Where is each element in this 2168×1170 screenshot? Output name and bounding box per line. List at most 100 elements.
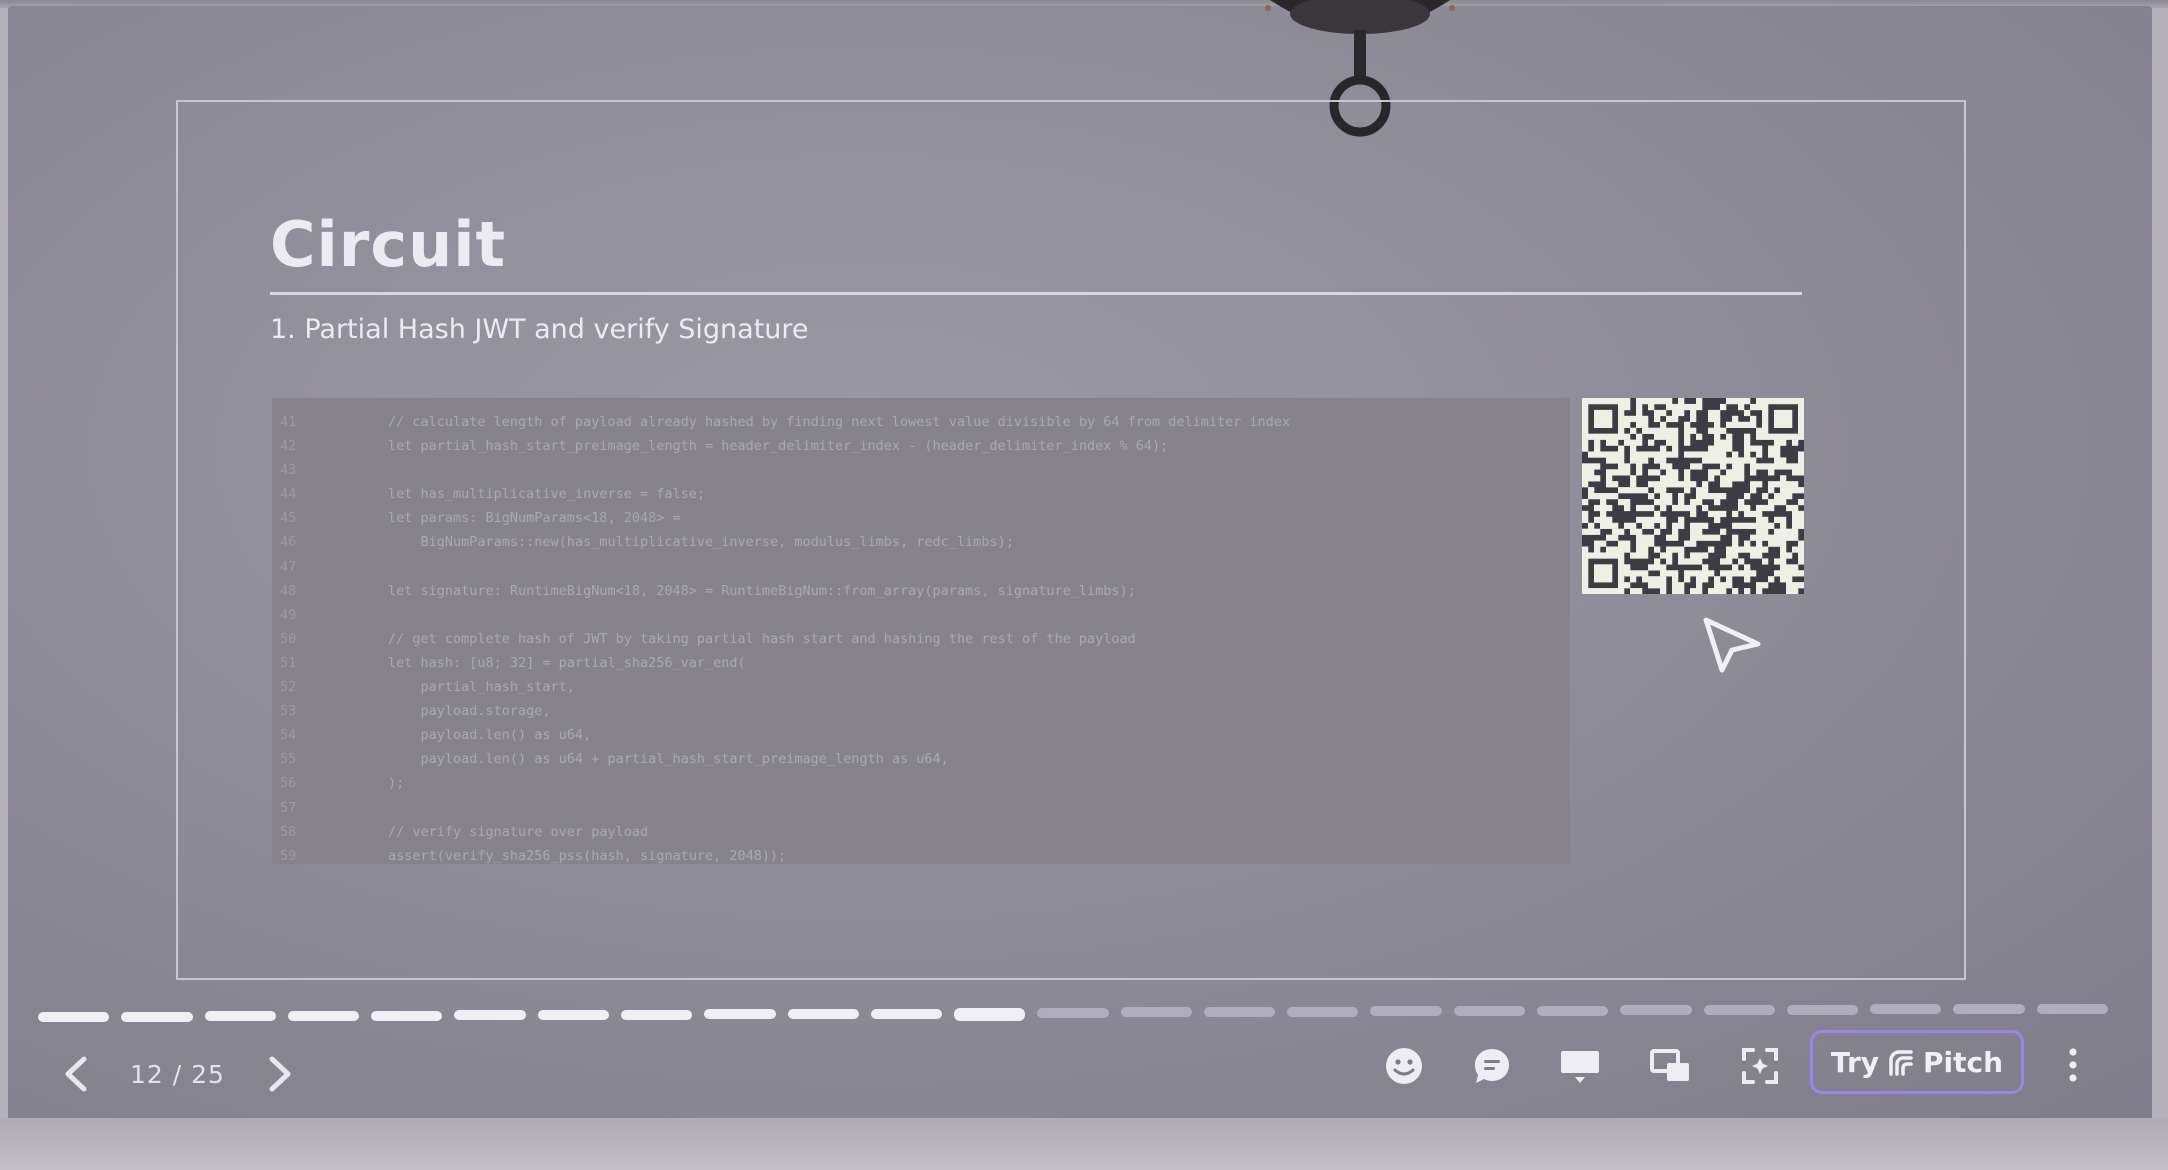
line-number: 46 [280,534,297,551]
progress-segment[interactable] [1537,1005,1609,1016]
code-line: 55 payload.len() as u64 + partial_hash_s… [272,747,1570,771]
code-line: 52 partial_hash_start, [272,675,1570,699]
more-vertical-icon [2069,1048,2077,1082]
code-line: 57 [272,796,1570,820]
progress-segment[interactable] [870,1008,943,1019]
progress-segment[interactable] [1703,1005,1775,1015]
code-line: 49 [272,603,1570,627]
prev-slide-button[interactable] [58,1052,94,1096]
code-line: 54 payload.len() as u64, [272,723,1570,747]
line-number: 59 [280,847,297,864]
slide-subtitle: 1. Partial Hash JWT and verify Signature [270,314,809,345]
qr-code-icon [1582,398,1804,594]
code-line: 59 assert(verify_sha256_pss(hash, signatu… [272,844,1570,868]
present-icon [1561,1051,1599,1083]
progress-segment[interactable] [1453,1006,1526,1017]
code-text: let hash: [u8; 32] = partial_sha256_var_… [388,654,746,671]
code-text: assert(verify_sha256_pss(hash, signature… [388,847,787,864]
code-line: 48 let signature: RuntimeBigNum<18, 2048>… [272,579,1570,603]
code-text: // get complete hash of JWT by taking pa… [388,630,1136,647]
progress-segment[interactable] [1120,1007,1192,1018]
code-text: BigNumParams::new(has_multiplicative_inv… [388,534,1014,551]
line-number: 44 [280,486,297,503]
line-number: 42 [280,438,297,455]
code-text: payload.len() as u64 + partial_hash_star… [388,751,949,768]
try-label: Try [1830,1045,1880,1079]
code-line: 58 // verify signature over payload [272,820,1570,844]
screens-button[interactable] [1646,1042,1694,1090]
progress-segment[interactable] [1287,1006,1359,1017]
title-divider [270,292,1802,295]
chevron-left-icon [65,1056,87,1092]
progress-segment[interactable] [537,1009,609,1020]
code-line: 43 [272,458,1570,482]
code-line: 42 let partial_hash_start_preimage_length… [272,434,1570,458]
reaction-button[interactable] [1380,1042,1428,1090]
progress-segment[interactable] [121,1011,193,1022]
line-number: 51 [280,654,297,671]
code-text: ); [388,775,405,792]
more-options-button[interactable] [2058,1040,2088,1090]
line-number: 54 [280,727,297,744]
code-text: let signature: RuntimeBigNum<18, 2048> =… [388,582,1136,599]
progress-segment[interactable] [371,1010,443,1021]
progress-segment[interactable] [1953,1003,2025,1014]
slide-progress-bar[interactable] [38,1003,2108,1024]
comment-icon [1475,1049,1509,1083]
progress-segment[interactable] [287,1010,360,1021]
pitch-logo-icon [1889,1050,1913,1076]
progress-segment[interactable] [1786,1004,1859,1015]
progress-segment[interactable] [1037,1007,1109,1018]
code-text: let partial_hash_start_preimage_length =… [388,438,1169,455]
progress-segment[interactable] [204,1011,276,1022]
progress-segment[interactable] [1370,1006,1442,1017]
code-line: 41 // calculate length of payload already… [272,410,1570,434]
code-line: 53 payload.storage, [272,699,1570,723]
code-text: let has_multiplicative_inverse = false; [388,486,705,503]
code-text: let params: BigNumParams<18, 2048> = [388,510,681,527]
code-text: // verify signature over payload [388,823,649,840]
progress-segment[interactable] [620,1009,693,1020]
line-number: 49 [280,606,297,623]
pointer-cursor-icon [1703,617,1761,673]
progress-segment[interactable] [1620,1005,1692,1016]
progress-segment[interactable] [954,1008,1026,1022]
floor-band [0,1118,2168,1170]
code-line: 56); [272,771,1570,795]
code-line: 51 let hash: [u8; 32] = partial_sha256_va… [272,651,1570,675]
present-button[interactable] [1556,1042,1604,1090]
screens-icon [1650,1049,1689,1081]
line-number: 48 [280,582,297,599]
slide-title: Circuit [270,208,507,281]
progress-segment[interactable] [1870,1004,1942,1015]
line-number: 55 [280,751,297,768]
slide-counter: 12 / 25 [130,1060,225,1089]
code-text: // calculate length of payload already h… [388,414,1291,430]
focus-icon [1742,1048,1778,1084]
line-number: 50 [280,630,297,647]
progress-segment[interactable] [38,1012,110,1022]
try-pitch-button[interactable]: Try Pitch [1810,1030,2024,1094]
code-line: 47 [272,555,1570,579]
progress-segment[interactable] [704,1009,776,1020]
code-line: 50 // get complete hash of JWT by taking … [272,627,1570,651]
pitch-label: Pitch [1923,1045,2004,1079]
line-number: 57 [280,799,297,816]
line-number: 53 [280,703,297,720]
line-number: 45 [280,510,297,527]
focus-button[interactable] [1736,1042,1784,1090]
progress-segment[interactable] [2036,1003,2108,1014]
progress-segment[interactable] [454,1010,526,1021]
code-text: partial_hash_start, [388,679,575,696]
next-slide-button[interactable] [262,1052,298,1096]
line-number: 43 [280,462,297,479]
comments-button[interactable] [1468,1042,1516,1090]
line-number: 52 [280,679,297,696]
line-number: 41 [280,414,297,430]
progress-segment[interactable] [787,1008,859,1019]
code-line: 46 BigNumParams::new(has_multiplicative_… [272,530,1570,554]
progress-segment[interactable] [1203,1007,1276,1018]
